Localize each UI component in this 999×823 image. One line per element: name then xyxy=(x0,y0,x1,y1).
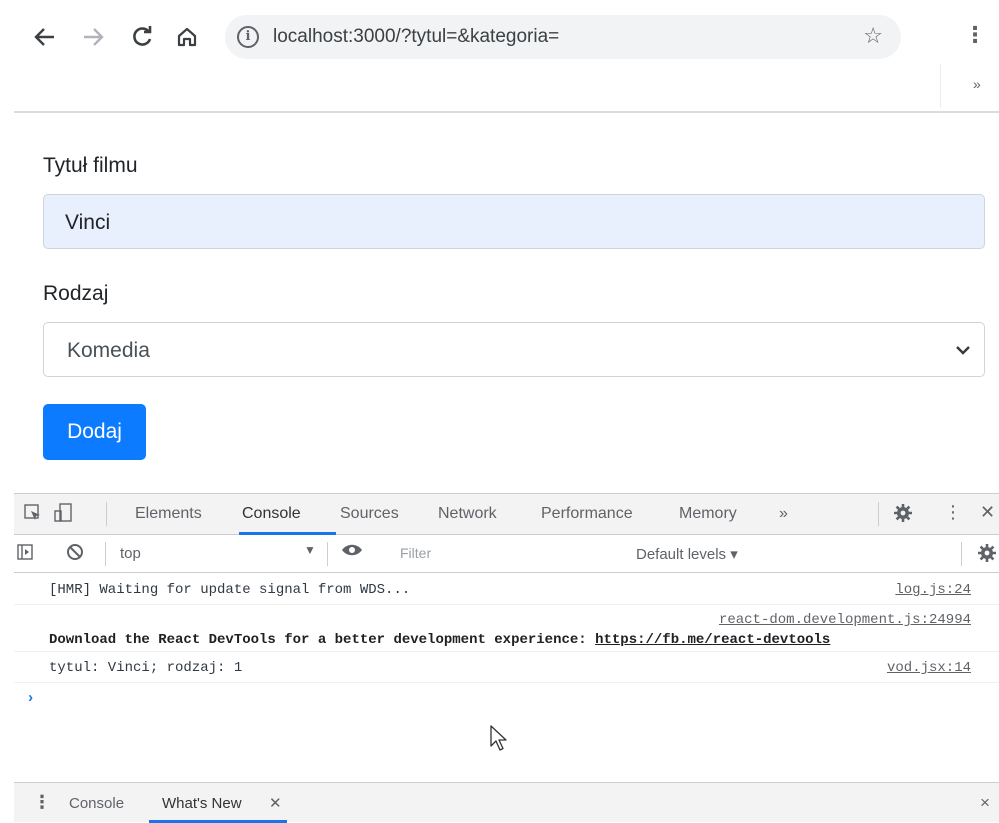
title-label: Tytuł filmu xyxy=(43,154,138,177)
console-message-prefix: Download the React DevTools for a better… xyxy=(49,632,596,648)
bookmark-star-icon[interactable]: ☆ xyxy=(863,23,883,49)
tab-elements[interactable]: Elements xyxy=(135,505,202,523)
add-button[interactable]: Dodaj xyxy=(43,404,146,460)
console-message: react-dom.development.js:24994 Download … xyxy=(14,605,999,652)
clear-console-icon[interactable] xyxy=(66,543,84,566)
tab-separator xyxy=(878,502,879,526)
console-source-link[interactable]: log.js:24 xyxy=(895,582,971,598)
context-dropdown-arrow-icon[interactable]: ▼ xyxy=(304,543,316,557)
browser-menu-icon[interactable]: ⋮ xyxy=(964,22,986,48)
console-source-link[interactable]: react-dom.development.js:24994 xyxy=(719,612,971,628)
context-selector[interactable]: top xyxy=(120,545,141,562)
console-source-link[interactable]: vod.jsx:14 xyxy=(887,660,971,676)
react-devtools-link[interactable]: https://fb.me/react-devtools xyxy=(595,632,830,648)
toolbar-separator xyxy=(327,542,328,566)
reload-icon[interactable] xyxy=(127,22,157,52)
inspect-element-icon[interactable] xyxy=(24,504,42,527)
genre-select[interactable]: Komedia xyxy=(43,322,985,377)
sidebar-toggle-icon[interactable] xyxy=(17,544,33,565)
close-devtools-icon[interactable]: ✕ xyxy=(980,502,995,523)
console-message-text: Download the React DevTools for a better… xyxy=(49,632,830,648)
console-toolbar: top ▼ Filter Default levels ▾ xyxy=(14,535,999,573)
console-message: [HMR] Waiting for update signal from WDS… xyxy=(14,573,999,605)
bookmarks-bar-overflow xyxy=(940,64,999,108)
console-settings-gear-icon[interactable] xyxy=(977,543,997,568)
tab-memory[interactable]: Memory xyxy=(679,505,737,523)
console-prompt-icon[interactable]: › xyxy=(26,690,35,707)
console-output: [HMR] Waiting for update signal from WDS… xyxy=(14,573,999,781)
drawer-menu-icon[interactable]: ⋮ xyxy=(33,792,51,813)
close-drawer-icon[interactable]: × xyxy=(980,793,990,813)
drawer-tab-whats-new[interactable]: What's New xyxy=(162,795,242,812)
close-tab-icon[interactable]: ✕ xyxy=(269,794,282,812)
tab-network[interactable]: Network xyxy=(438,505,497,523)
log-levels-dropdown[interactable]: Default levels ▾ xyxy=(636,545,738,563)
settings-gear-icon[interactable] xyxy=(893,503,913,528)
mouse-cursor-icon xyxy=(490,725,508,756)
site-info-icon[interactable]: i xyxy=(237,26,259,48)
toolbar-separator xyxy=(105,542,106,566)
genre-selected-value: Komedia xyxy=(67,339,150,362)
tab-separator xyxy=(106,502,107,526)
chevron-down-icon xyxy=(956,323,970,378)
tab-sources[interactable]: Sources xyxy=(340,505,399,523)
devtools-menu-icon[interactable]: ⋮ xyxy=(944,502,962,523)
device-toolbar-icon[interactable] xyxy=(54,503,74,528)
drawer-tab-console[interactable]: Console xyxy=(69,795,124,812)
address-bar[interactable]: i localhost:3000/?tytul=&kategoria= ☆ xyxy=(225,15,901,59)
url-text[interactable]: localhost:3000/?tytul=&kategoria= xyxy=(273,26,559,48)
tab-performance[interactable]: Performance xyxy=(541,505,633,523)
toolbar-divider xyxy=(14,111,999,113)
tab-console[interactable]: Console xyxy=(242,505,301,523)
forward-arrow-icon[interactable] xyxy=(78,22,108,52)
devtools-tabbar: Elements Console Sources Network Perform… xyxy=(14,493,999,535)
more-tabs-chevron-icon[interactable]: » xyxy=(779,505,788,523)
devtools-drawer-tabbar: ⋮ Console What's New ✕ × xyxy=(14,782,999,823)
console-message: tytul: Vinci; rodzaj: 1 vod.jsx:14 xyxy=(14,652,999,683)
more-bookmarks-chevron-icon[interactable]: » xyxy=(973,76,981,92)
genre-label: Rodzaj xyxy=(43,282,109,305)
console-message-text: tytul: Vinci; rodzaj: 1 xyxy=(49,660,243,676)
console-message-text: [HMR] Waiting for update signal from WDS… xyxy=(49,582,411,598)
filter-input[interactable]: Filter xyxy=(396,540,626,568)
filter-placeholder: Filter xyxy=(400,545,432,561)
live-expression-eye-icon[interactable] xyxy=(341,541,363,564)
title-input[interactable]: Vinci xyxy=(43,194,985,249)
toolbar-separator xyxy=(961,542,962,566)
back-arrow-icon[interactable] xyxy=(30,22,60,52)
home-icon[interactable] xyxy=(172,22,202,52)
browser-toolbar: i localhost:3000/?tytul=&kategoria= ☆ ⋮ … xyxy=(0,0,999,113)
